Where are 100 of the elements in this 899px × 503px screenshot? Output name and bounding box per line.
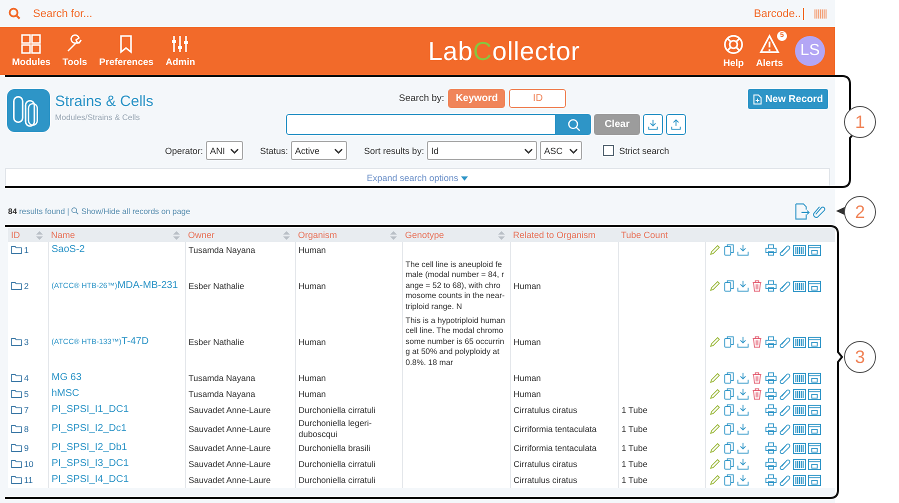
clear-button[interactable]: Clear	[594, 114, 640, 135]
new-record-button[interactable]: New Record	[748, 89, 828, 109]
calendar-icon[interactable]	[808, 404, 820, 416]
print-icon[interactable]	[764, 244, 776, 256]
copy-icon[interactable]	[722, 423, 734, 435]
barcode-icon[interactable]	[792, 336, 806, 348]
expand-search-link[interactable]: Expand search options	[366, 173, 468, 183]
record-name-link[interactable]: PI_SPSI_I2_Dc1	[48, 418, 185, 440]
folder-icon[interactable]	[11, 460, 22, 468]
folder-icon[interactable]	[11, 390, 22, 398]
calendar-icon[interactable]	[808, 372, 820, 384]
barcode-icon[interactable]	[814, 8, 827, 18]
record-name-link[interactable]: PI_SPSI_I4_DC1	[48, 472, 185, 488]
download-icon[interactable]	[736, 458, 748, 470]
copy-icon[interactable]	[722, 280, 734, 292]
filter-dropdown[interactable]: Id	[427, 141, 538, 160]
column-header[interactable]: Owner	[188, 230, 215, 240]
paperclip-icon[interactable]	[778, 388, 790, 400]
pencil-icon[interactable]	[708, 458, 720, 470]
download-icon[interactable]	[736, 336, 748, 348]
barcode-icon[interactable]	[792, 280, 806, 292]
print-icon[interactable]	[764, 474, 776, 486]
import-button[interactable]	[643, 114, 664, 135]
pencil-icon[interactable]	[708, 244, 720, 256]
barcode-icon[interactable]	[792, 474, 806, 486]
order-dropdown[interactable]: ASC	[540, 141, 582, 160]
search-mode-tab[interactable]: Keyword	[448, 89, 506, 108]
paperclip-icon[interactable]	[778, 458, 790, 470]
print-icon[interactable]	[764, 336, 776, 348]
paperclip-icon[interactable]	[812, 204, 827, 218]
trash-icon[interactable]	[750, 280, 762, 292]
calendar-icon[interactable]	[808, 442, 820, 454]
nav-button[interactable]: Admin	[166, 34, 196, 68]
nav-button[interactable]: Help	[723, 34, 744, 68]
pencil-icon[interactable]	[708, 336, 720, 348]
show-hide-link[interactable]: Show/Hide all records on page	[81, 206, 190, 216]
pencil-icon[interactable]	[708, 442, 720, 454]
copy-icon[interactable]	[722, 388, 734, 400]
copy-icon[interactable]	[722, 458, 734, 470]
export-file-icon[interactable]	[793, 202, 810, 220]
folder-icon[interactable]	[11, 444, 22, 452]
copy-icon[interactable]	[722, 372, 734, 384]
barcode-field[interactable]: Barcode..	[739, 8, 804, 20]
record-name-link[interactable]: PI_SPSI_I2_Db1	[48, 440, 185, 456]
paperclip-icon[interactable]	[778, 474, 790, 486]
print-icon[interactable]	[764, 442, 776, 454]
barcode-icon[interactable]	[792, 442, 806, 454]
barcode-icon[interactable]	[792, 458, 806, 470]
search-field[interactable]: Search for...	[31, 6, 729, 20]
folder-icon[interactable]	[11, 424, 22, 432]
pencil-icon[interactable]	[708, 388, 720, 400]
search-mode-tab[interactable]: ID	[509, 89, 566, 108]
nav-button[interactable]: Modules	[12, 34, 51, 68]
trash-icon[interactable]	[750, 336, 762, 348]
folder-icon[interactable]	[11, 338, 22, 346]
copy-icon[interactable]	[722, 244, 734, 256]
barcode-icon[interactable]	[792, 372, 806, 384]
paperclip-icon[interactable]	[778, 336, 790, 348]
record-name-link[interactable]: PI_SPSI_I3_DC1	[48, 456, 185, 472]
user-avatar[interactable]: LS	[794, 36, 825, 66]
nav-button[interactable]: Tools	[62, 34, 88, 68]
calendar-icon[interactable]	[808, 336, 820, 348]
pencil-icon[interactable]	[708, 423, 720, 435]
calendar-icon[interactable]	[808, 244, 820, 256]
nav-button[interactable]: Preferences	[99, 34, 154, 68]
folder-icon[interactable]	[11, 406, 22, 414]
barcode-icon[interactable]	[792, 244, 806, 256]
calendar-icon[interactable]	[808, 280, 820, 292]
copy-icon[interactable]	[722, 442, 734, 454]
folder-icon[interactable]	[11, 246, 22, 254]
barcode-icon[interactable]	[792, 388, 806, 400]
pencil-icon[interactable]	[708, 404, 720, 416]
trash-icon[interactable]	[750, 388, 762, 400]
calendar-icon[interactable]	[808, 458, 820, 470]
print-icon[interactable]	[764, 423, 776, 435]
print-icon[interactable]	[764, 280, 776, 292]
download-icon[interactable]	[736, 404, 748, 416]
download-icon[interactable]	[736, 372, 748, 384]
folder-icon[interactable]	[11, 282, 22, 290]
copy-icon[interactable]	[722, 474, 734, 486]
paperclip-icon[interactable]	[778, 442, 790, 454]
download-icon[interactable]	[736, 388, 748, 400]
pencil-icon[interactable]	[708, 280, 720, 292]
filter-dropdown[interactable]: Active	[291, 141, 348, 160]
download-icon[interactable]	[736, 442, 748, 454]
pencil-icon[interactable]	[708, 372, 720, 384]
download-icon[interactable]	[736, 423, 748, 435]
paperclip-icon[interactable]	[778, 372, 790, 384]
search-button[interactable]	[556, 114, 592, 135]
copy-icon[interactable]	[722, 404, 734, 416]
paperclip-icon[interactable]	[778, 280, 790, 292]
trash-icon[interactable]	[750, 372, 762, 384]
folder-icon[interactable]	[11, 374, 22, 382]
download-icon[interactable]	[736, 280, 748, 292]
paperclip-icon[interactable]	[778, 404, 790, 416]
pencil-icon[interactable]	[708, 474, 720, 486]
record-name-link[interactable]: SaoS-2	[48, 242, 185, 258]
record-name-link[interactable]: hMSC	[48, 386, 185, 402]
search-icon[interactable]	[8, 7, 21, 20]
print-icon[interactable]	[764, 404, 776, 416]
